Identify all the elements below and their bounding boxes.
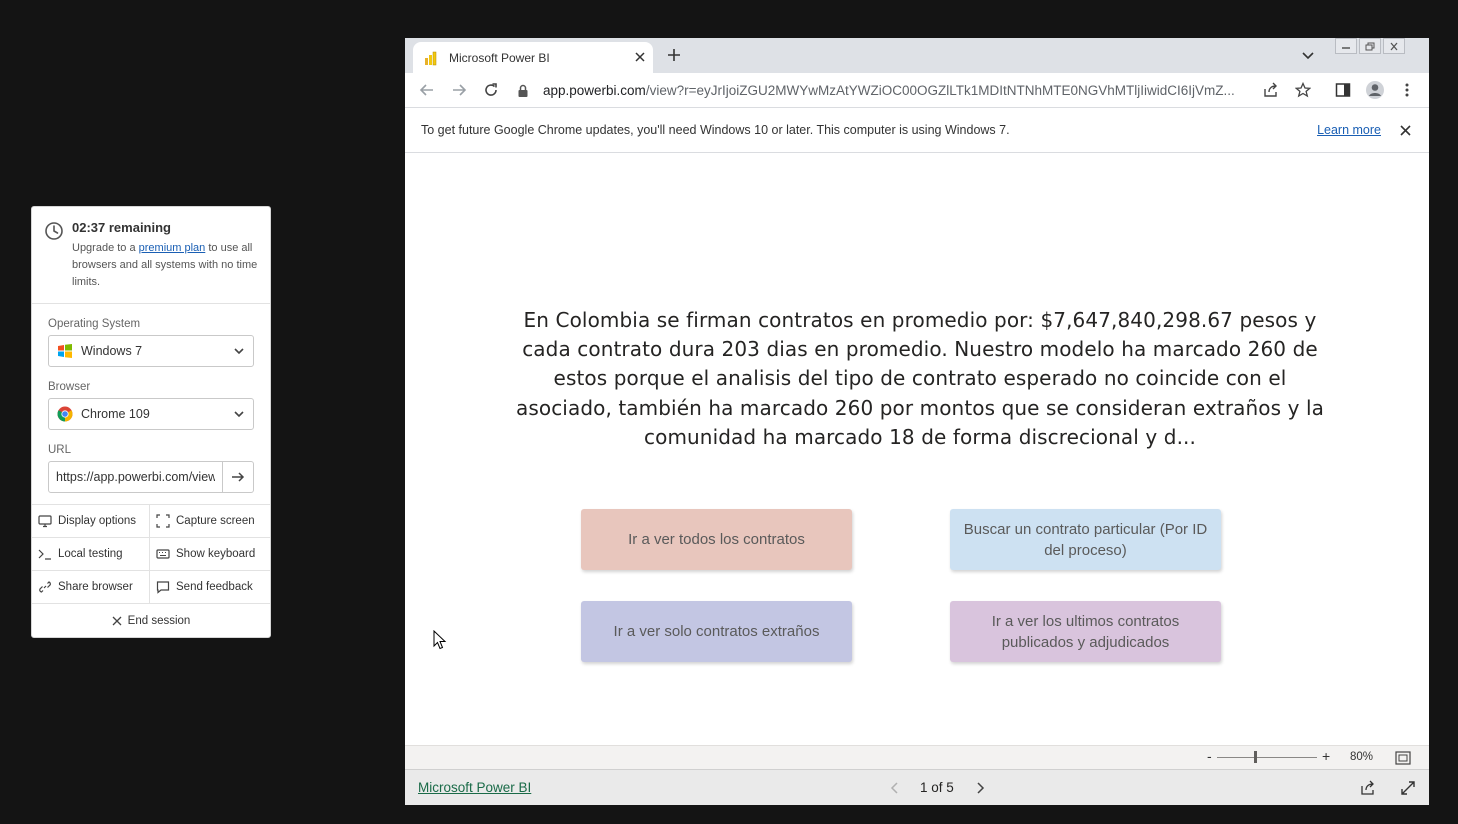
address-path: /view?r=eyJrIjoiZGU2MWYwMzAtYWZiOC00OGZl… [645, 83, 1235, 98]
chevron-down-icon [234, 411, 244, 418]
monitor-icon [38, 515, 52, 528]
strange-contracts-button[interactable]: Ir a ver solo contratos extraños [581, 601, 852, 662]
chrome-logo-icon [57, 406, 73, 422]
infobar-message: To get future Google Chrome updates, you… [421, 123, 1010, 137]
bookmark-star-icon[interactable] [1295, 82, 1311, 98]
upgrade-message: Upgrade to a premium plan to use all bro… [72, 240, 258, 291]
browser-label: Browser [48, 381, 91, 393]
zoom-level: 80% [1350, 751, 1374, 763]
browser-toolbar: app.powerbi.com/view?r=eyJrIjoiZGU2MWYwM… [405, 73, 1429, 108]
address-url: app.powerbi.com/view?r=eyJrIjoiZGU2MWYwM… [543, 83, 1243, 98]
windows-logo-icon [58, 344, 72, 358]
all-contracts-button[interactable]: Ir a ver todos los contratos [581, 509, 852, 570]
zoom-bar: - + 80% [405, 745, 1429, 769]
new-tab-icon[interactable] [665, 46, 683, 64]
zoom-slider-track[interactable] [1217, 757, 1317, 758]
share-browser-label: Share browser [58, 581, 133, 593]
local-testing-label: Local testing [58, 548, 123, 560]
show-keyboard-label: Show keyboard [176, 548, 256, 560]
send-feedback-button[interactable]: Send feedback [150, 571, 270, 604]
tab-close-icon[interactable] [633, 50, 647, 64]
tab-title: Microsoft Power BI [449, 50, 550, 65]
powerbi-footer-link[interactable]: Microsoft Power BI [418, 780, 531, 795]
browser-value: Chrome 109 [81, 407, 150, 421]
powerbi-logo-icon [425, 51, 437, 65]
session-actions: Display options Capture screen Local tes… [32, 505, 270, 604]
back-arrow-icon[interactable] [419, 82, 435, 98]
share-browser-button[interactable]: Share browser [32, 571, 150, 604]
session-panel: 02:37 remaining Upgrade to a premium pla… [31, 206, 271, 638]
window-controls [1333, 38, 1405, 54]
tab-strip: Microsoft Power BI [405, 38, 1429, 73]
url-row [48, 461, 254, 493]
restore-icon[interactable] [1359, 38, 1381, 54]
keyboard-icon [156, 549, 170, 559]
profile-avatar-icon[interactable] [1365, 80, 1385, 100]
browser-select[interactable]: Chrome 109 [48, 398, 254, 430]
show-keyboard-button[interactable]: Show keyboard [150, 538, 270, 571]
capture-screen-label: Capture screen [176, 515, 255, 527]
forward-arrow-icon[interactable] [451, 82, 467, 98]
reload-icon[interactable] [483, 82, 499, 98]
display-options-label: Display options [58, 515, 136, 527]
arrow-right-icon [232, 472, 245, 482]
go-button[interactable] [223, 461, 254, 493]
report-canvas: En Colombia se firman contratos en prome… [405, 154, 1429, 745]
tab-power-bi[interactable]: Microsoft Power BI [413, 42, 653, 73]
os-select[interactable]: Windows 7 [48, 335, 254, 367]
minimize-icon[interactable] [1335, 38, 1357, 54]
terminal-icon [38, 549, 51, 560]
capture-screen-button[interactable]: Capture screen [150, 505, 270, 538]
timer-section: 02:37 remaining Upgrade to a premium pla… [32, 207, 270, 304]
lock-icon[interactable] [517, 84, 529, 98]
share-report-icon[interactable] [1360, 780, 1376, 796]
end-session-button[interactable]: End session [32, 604, 270, 637]
learn-more-link[interactable]: Learn more [1317, 123, 1381, 137]
close-icon [112, 616, 122, 625]
chevron-right-icon[interactable] [974, 781, 986, 795]
update-infobar: To get future Google Chrome updates, you… [405, 108, 1429, 153]
address-host: app.powerbi.com [543, 83, 646, 98]
chevron-left-icon[interactable] [889, 781, 901, 795]
end-session-label: End session [127, 614, 191, 627]
os-label: Operating System [48, 318, 141, 330]
page-indicator: 1 of 5 [920, 780, 954, 795]
zoom-slider-thumb[interactable] [1254, 751, 1257, 763]
zoom-out-button[interactable]: - [1207, 748, 1212, 764]
session-fields: Operating System Windows 7 Browser Chrom… [32, 304, 270, 505]
send-feedback-label: Send feedback [176, 581, 253, 593]
address-bar[interactable]: app.powerbi.com/view?r=eyJrIjoiZGU2MWYwM… [511, 76, 1285, 105]
premium-plan-link[interactable]: premium plan [139, 242, 206, 254]
latest-contracts-button[interactable]: Ir a ver los ultimos contratos publicado… [950, 601, 1221, 662]
kebab-menu-icon[interactable] [1399, 82, 1415, 98]
browser-window: Microsoft Power BI app.powerbi.com/view?… [405, 38, 1429, 805]
url-label: URL [48, 444, 72, 456]
timer-remaining: 02:37 remaining [72, 220, 171, 235]
capture-icon [156, 514, 170, 528]
zoom-in-button[interactable]: + [1322, 748, 1330, 764]
side-panel-icon[interactable] [1335, 82, 1351, 98]
close-icon[interactable] [1399, 124, 1412, 137]
os-value: Windows 7 [81, 344, 143, 358]
search-contract-button[interactable]: Buscar un contrato particular (Por ID de… [950, 509, 1221, 570]
clock-icon [45, 222, 63, 240]
fullscreen-icon[interactable] [1400, 780, 1416, 796]
url-input[interactable] [48, 461, 223, 493]
report-footer: Microsoft Power BI 1 of 5 [405, 769, 1429, 805]
summary-text: En Colombia se firman contratos en prome… [516, 308, 1324, 449]
feedback-icon [156, 581, 170, 594]
upgrade-prefix: Upgrade to a [72, 242, 139, 254]
tab-search-chevron-icon[interactable] [1301, 48, 1315, 62]
local-testing-button[interactable]: Local testing [32, 538, 150, 571]
mouse-cursor-icon [433, 630, 447, 650]
close-window-icon[interactable] [1383, 38, 1405, 54]
display-options-button[interactable]: Display options [32, 505, 150, 538]
chevron-down-icon [234, 348, 244, 355]
fit-to-page-icon[interactable] [1395, 751, 1411, 765]
link-icon [39, 581, 51, 593]
share-page-icon[interactable] [1263, 82, 1279, 98]
